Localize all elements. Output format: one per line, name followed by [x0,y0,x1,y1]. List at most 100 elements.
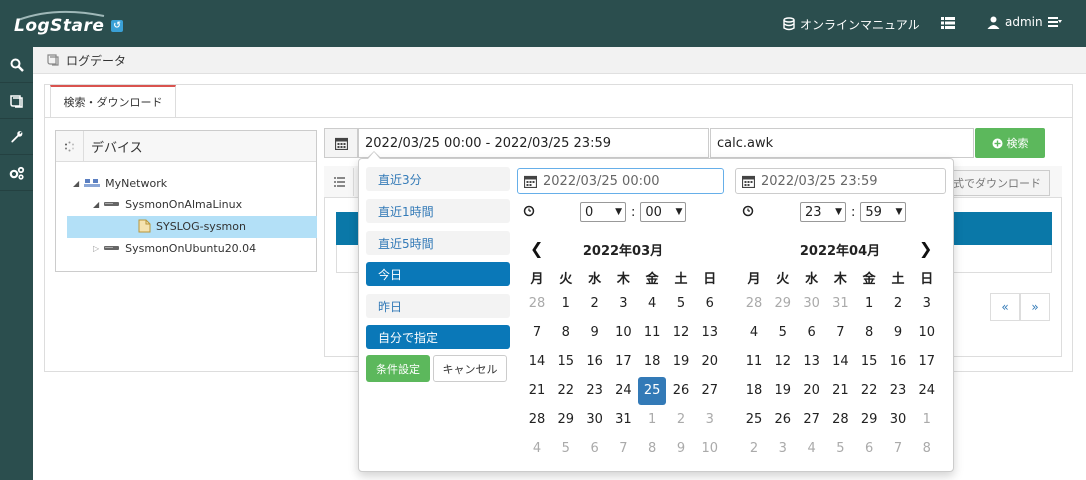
calendar-day[interactable]: 4 [798,435,826,463]
range-option[interactable]: 昨日 [366,294,510,318]
start-hour-select[interactable]: 0 ▼ [580,202,626,222]
calendar-day[interactable]: 16 [581,348,609,376]
calendar-day[interactable]: 6 [581,435,609,463]
calendar-day[interactable]: 7 [884,435,912,463]
calendar-day[interactable]: 24 [609,377,637,405]
calendar-day[interactable]: 11 [638,319,666,347]
calendar-day[interactable]: 17 [609,348,637,376]
calendar-day[interactable]: 8 [855,319,883,347]
range-option[interactable]: 直近5時間 [366,231,510,255]
calendar-day[interactable]: 6 [798,319,826,347]
calendar-day[interactable]: 5 [667,290,695,318]
calendar-day[interactable]: 2 [884,290,912,318]
calendar-day[interactable]: 9 [884,319,912,347]
user-menu[interactable]: admin [987,15,1062,29]
tree-node-sysmononubuntu[interactable]: ▷ SysmonOnUbuntu20.04 [93,238,256,258]
calendar-day[interactable]: 3 [696,406,724,434]
calendar-day[interactable]: 7 [523,319,551,347]
pager-next-button[interactable]: » [1020,293,1050,321]
sidebar-search-button[interactable] [0,47,33,83]
tree-node-syslog-sysmon[interactable]: SYSLOG-sysmon [138,216,246,236]
calendar-day[interactable]: 28 [523,406,551,434]
calendar-day[interactable]: 17 [913,348,941,376]
calendar-day[interactable]: 6 [855,435,883,463]
calendar-day[interactable]: 13 [696,319,724,347]
calendar-day[interactable]: 28 [740,290,768,318]
tree-node-mynetwork[interactable]: ◢ MyNetwork [73,173,167,193]
start-datetime-input[interactable]: 2022/03/25 00:00 [517,168,724,194]
calendar-day[interactable]: 22 [855,377,883,405]
calendar-day[interactable]: 2 [740,435,768,463]
sidebar-logdata-button[interactable] [0,83,33,119]
calendar-day[interactable]: 5 [769,319,797,347]
calendar-day[interactable]: 6 [696,290,724,318]
calendar-day[interactable]: 4 [740,319,768,347]
end-datetime-input[interactable]: 2022/03/25 23:59 [735,168,946,194]
calendar-day[interactable]: 20 [798,377,826,405]
range-option[interactable]: 直近3分 [366,167,510,191]
calendar-day[interactable]: 27 [798,406,826,434]
calendar-day[interactable]: 21 [826,377,854,405]
range-option[interactable]: 直近1時間 [366,199,510,223]
calendar-day[interactable]: 5 [552,435,580,463]
calendar-day[interactable]: 4 [523,435,551,463]
calendar-day[interactable]: 7 [609,435,637,463]
calendar-day[interactable]: 14 [523,348,551,376]
calendar-day[interactable]: 25 [638,377,667,405]
calendar-day[interactable]: 9 [581,319,609,347]
calendar-day[interactable]: 30 [884,406,912,434]
date-range-input[interactable]: 2022/03/25 00:00 - 2022/03/25 23:59 [358,128,709,158]
calendar-day[interactable]: 23 [581,377,609,405]
calendar-day[interactable]: 20 [696,348,724,376]
calendar-day[interactable]: 28 [826,406,854,434]
calendar-day[interactable]: 28 [523,290,551,318]
calendar-day[interactable]: 3 [769,435,797,463]
calendar-day[interactable]: 26 [769,406,797,434]
calendar-day[interactable]: 3 [913,290,941,318]
calendar-day[interactable]: 1 [638,406,666,434]
calendar-day[interactable]: 1 [913,406,941,434]
list-menu-icon[interactable] [940,15,956,31]
calendar-day[interactable]: 11 [740,348,768,376]
refresh-icon[interactable] [56,130,84,162]
calendar-day[interactable]: 22 [552,377,580,405]
logstare-logo[interactable]: LogStare ↺ [14,10,124,38]
calendar-day[interactable]: 10 [696,435,724,463]
expanded-caret-icon[interactable]: ◢ [73,179,79,188]
calendar-day[interactable]: 25 [740,406,768,434]
download-button[interactable]: 式でダウンロード [948,170,1050,196]
calendar-day[interactable]: 10 [913,319,941,347]
end-hour-select[interactable]: 23 ▼ [800,202,846,222]
calendar-day[interactable]: 30 [581,406,609,434]
calendar-day[interactable]: 4 [638,290,666,318]
calendar-day[interactable]: 9 [667,435,695,463]
calendar-day[interactable]: 1 [552,290,580,318]
next-month-button[interactable]: ❯ [919,239,932,258]
calendar-day[interactable]: 13 [798,348,826,376]
calendar-day[interactable]: 15 [855,348,883,376]
calendar-day[interactable]: 21 [523,377,551,405]
calendar-day[interactable]: 2 [667,406,695,434]
calendar-day[interactable]: 31 [609,406,637,434]
search-button[interactable]: 検索 [975,128,1045,158]
calendar-day[interactable]: 15 [552,348,580,376]
start-minute-select[interactable]: 00 ▼ [640,202,687,222]
calendar-day[interactable]: 19 [769,377,797,405]
end-minute-select[interactable]: 59 ▼ [860,202,907,222]
range-option[interactable]: 自分で指定 [366,325,510,349]
script-input[interactable]: calc.awk [710,128,974,158]
cancel-button[interactable]: キャンセル [433,355,507,382]
calendar-day[interactable]: 19 [667,348,695,376]
calendar-day[interactable]: 23 [884,377,912,405]
expanded-caret-icon[interactable]: ◢ [93,200,99,209]
calendar-day[interactable]: 27 [696,377,724,405]
calendar-day[interactable]: 26 [667,377,695,405]
calendar-day[interactable]: 12 [769,348,797,376]
range-option[interactable]: 今日 [366,262,510,286]
calendar-day[interactable]: 8 [552,319,580,347]
calendar-day[interactable]: 3 [609,290,637,318]
online-manual-link[interactable]: オンラインマニュアル [782,15,920,33]
tab-search-download[interactable]: 検索・ダウンロード [50,85,176,117]
calendar-day[interactable]: 16 [884,348,912,376]
calendar-day[interactable]: 18 [740,377,768,405]
